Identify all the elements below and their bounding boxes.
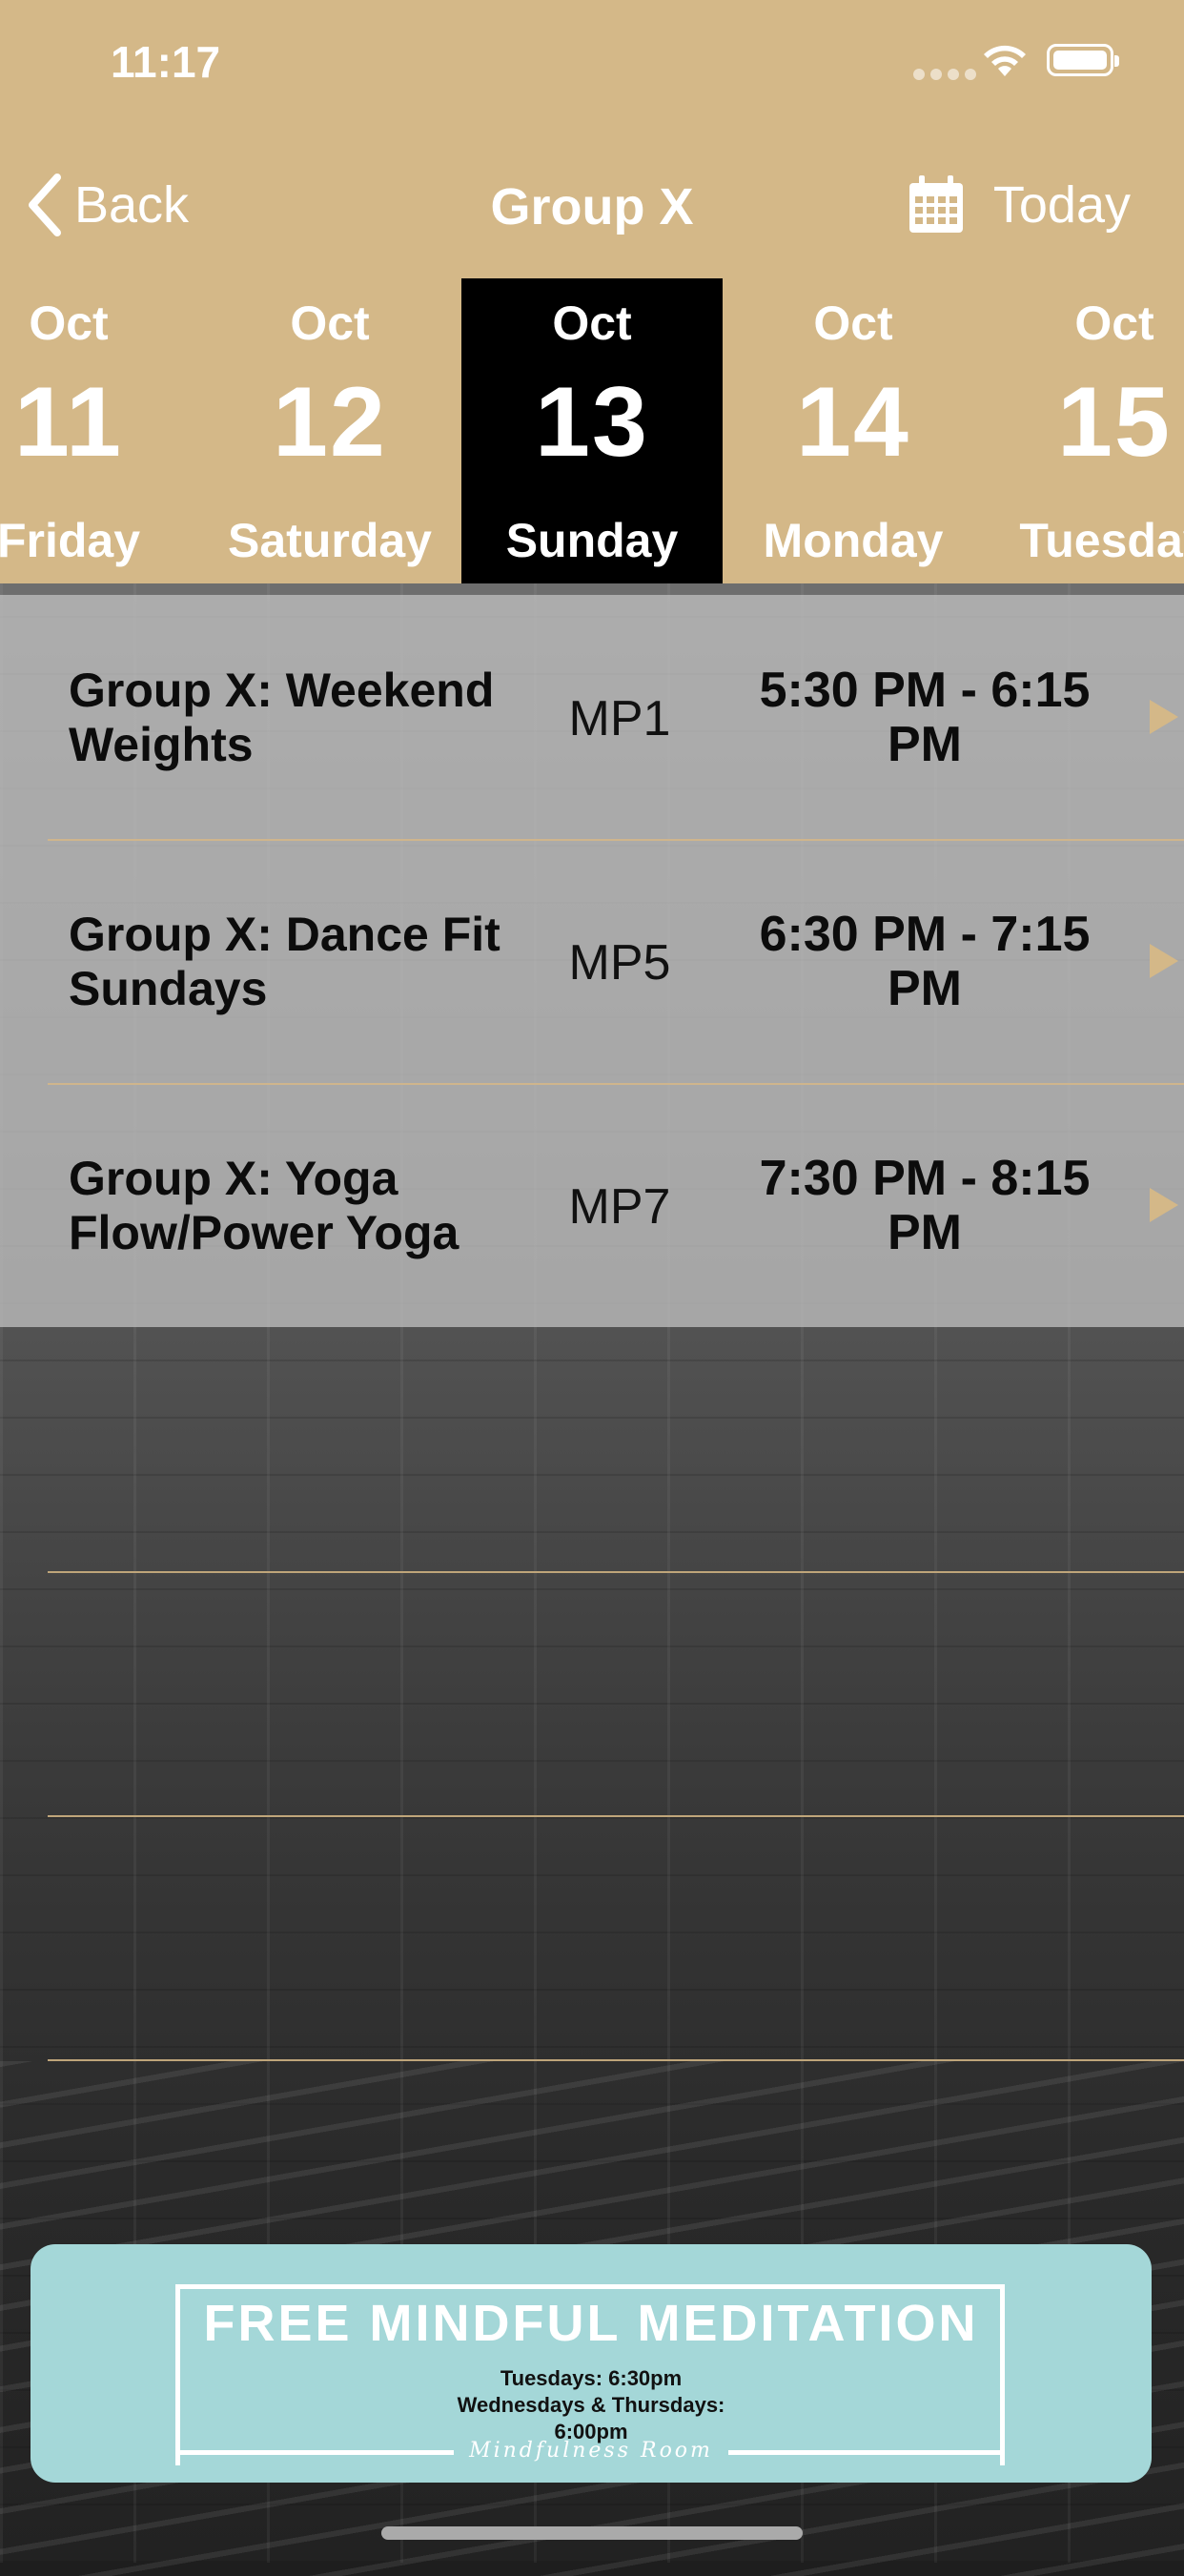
today-button[interactable]: Today <box>908 175 1131 235</box>
date-month: Oct <box>1074 296 1154 350</box>
date-day: 14 <box>796 367 910 478</box>
row-divider <box>48 2059 1184 2061</box>
event-row-weekend-weights[interactable]: Group X: Weekend Weights MP1 5:30 PM - 6… <box>0 595 1184 839</box>
banner-title: FREE MINDFUL MEDITATION <box>203 2295 979 2352</box>
date-cell-oct-14[interactable]: Oct 14 Monday <box>723 278 984 583</box>
date-day: 12 <box>273 367 387 478</box>
event-name: Group X: Dance Fit Sundays <box>69 908 500 1015</box>
event-time: 5:30 PM - 6:15 PM <box>759 663 1091 772</box>
home-indicator[interactable] <box>381 2526 803 2540</box>
event-time: 6:30 PM - 7:15 PM <box>759 907 1091 1016</box>
date-day: 11 <box>14 367 123 478</box>
event-row-dance-fit[interactable]: Group X: Dance Fit Sundays MP5 6:30 PM -… <box>0 839 1184 1083</box>
date-cell-oct-12[interactable]: Oct 12 Saturday <box>199 278 460 583</box>
disclosure-arrow-icon <box>1150 1188 1178 1222</box>
date-cell-oct-15[interactable]: Oct 15 Tuesday <box>984 278 1184 583</box>
date-weekday: Friday <box>0 514 141 567</box>
date-weekday: Tuesday <box>1019 514 1184 567</box>
disclosure-arrow-icon <box>1150 944 1178 978</box>
event-room: MP5 <box>568 935 671 991</box>
date-weekday: Monday <box>763 514 944 567</box>
signal-icon <box>913 69 976 80</box>
wifi-icon <box>984 45 1026 76</box>
banner-room: Mindfulness Room <box>469 2439 713 2463</box>
row-divider <box>48 1815 1184 1817</box>
date-cell-oct-11[interactable]: Oct 11 Friday <box>0 278 199 583</box>
event-name: Group X: Yoga Flow/Power Yoga <box>69 1152 459 1259</box>
date-day: 13 <box>535 367 649 478</box>
promo-banner[interactable]: FREE MINDFUL MEDITATION Tuesdays: 6:30pm… <box>31 2244 1152 2483</box>
header-bar: 11:17 Back Group X Today <box>0 0 1184 280</box>
date-strip: Oct 11 Friday Oct 12 Saturday Oct 13 Sun… <box>0 278 1184 583</box>
event-room: MP7 <box>568 1179 671 1235</box>
row-divider <box>48 1571 1184 1573</box>
date-month: Oct <box>29 296 109 350</box>
date-day: 15 <box>1057 367 1172 478</box>
battery-icon <box>1047 44 1119 76</box>
calendar-icon <box>908 175 963 233</box>
disclosure-arrow-icon <box>1150 700 1178 734</box>
event-name: Group X: Weekend Weights <box>69 664 495 771</box>
event-row-yoga-flow[interactable]: Group X: Yoga Flow/Power Yoga MP7 7:30 P… <box>0 1083 1184 1327</box>
banner-schedule-line: Wednesdays & Thursdays: <box>457 2393 725 2417</box>
banner-schedule-line: Tuesdays: 6:30pm <box>500 2366 683 2390</box>
date-weekday: Sunday <box>505 514 679 567</box>
date-cell-oct-13-selected[interactable]: Oct 13 Sunday <box>461 278 723 583</box>
today-label: Today <box>992 176 1131 234</box>
event-room: MP1 <box>568 691 671 746</box>
date-month: Oct <box>813 296 893 350</box>
event-list: Group X: Weekend Weights MP1 5:30 PM - 6… <box>0 595 1184 1327</box>
date-month: Oct <box>290 296 370 350</box>
event-time: 7:30 PM - 8:15 PM <box>759 1151 1091 1260</box>
date-month: Oct <box>552 296 632 350</box>
status-time: 11:17 <box>111 37 221 87</box>
date-weekday: Saturday <box>228 514 432 567</box>
